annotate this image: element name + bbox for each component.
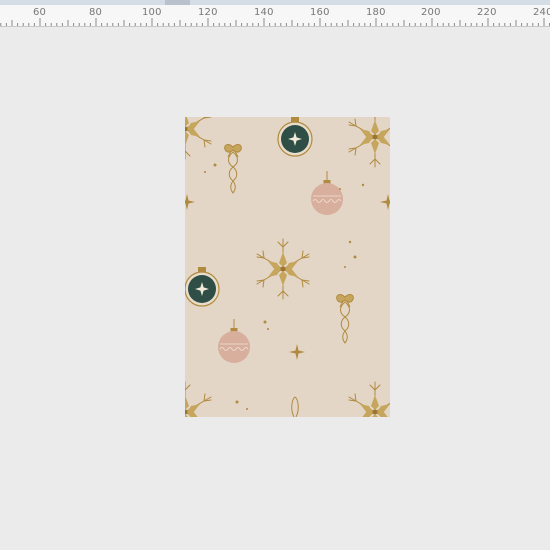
christmas-pattern: [185, 117, 390, 417]
ruler-ticks: [0, 18, 550, 26]
ruler-label-220: 220: [477, 7, 497, 18]
ruler-label-60: 60: [33, 7, 47, 18]
ruler-label-160: 160: [310, 7, 330, 18]
ruler-label-100: 100: [142, 7, 162, 18]
ruler-label-180: 180: [366, 7, 386, 18]
horizontal-ruler[interactable]: 60 80 100 120 140 160 180 200 220 240: [0, 5, 550, 27]
ruler-label-240: 240: [533, 7, 550, 18]
ruler-label-200: 200: [421, 7, 441, 18]
ruler-label-140: 140: [254, 7, 274, 18]
design-artboard[interactable]: [185, 117, 390, 417]
ruler-label-120: 120: [198, 7, 218, 18]
ruler-label-80: 80: [89, 7, 103, 18]
